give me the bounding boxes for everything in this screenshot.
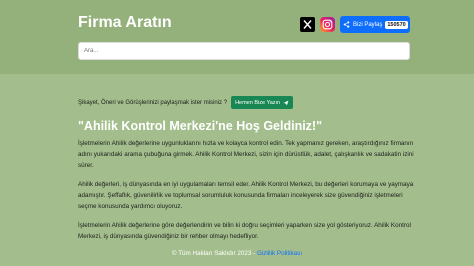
footer: © Tüm Hakları Saklıdır 2023 - Gizlilik P… <box>0 250 474 257</box>
site-title[interactable]: Firma Aratın <box>78 14 172 32</box>
feedback-prompt: Şikayet, Öneri ve Görüşlerinizi paylaşma… <box>78 99 228 106</box>
x-logo-icon[interactable] <box>300 17 315 32</box>
welcome-heading: "Ahilik Kontrol Merkezi'ne Hoş Geldiniz!… <box>78 119 323 133</box>
instagram-icon[interactable] <box>320 17 335 32</box>
share-count-badge: 150570 <box>385 20 408 29</box>
share-button[interactable]: Bizi Paylaş 150570 <box>340 16 410 33</box>
intro-paragraph: İşletmelerin Ahilik değerlerine uygunluk… <box>78 140 414 169</box>
values-paragraph: Ahilik değerleri, iş dünyasında en iyi u… <box>78 181 414 210</box>
write-to-us-label: Hemen Bize Yazın <box>235 99 281 106</box>
write-to-us-button[interactable]: Hemen Bize Yazın <box>231 96 294 109</box>
feedback-row: Şikayet, Öneri ve Görüşlerinizi paylaşma… <box>78 96 294 109</box>
search-input[interactable] <box>78 42 410 60</box>
copyright-text: © Tüm Hakları Saklıdır 2023 - <box>171 250 257 257</box>
share-label: Bizi Paylaş <box>353 21 383 28</box>
guidance-paragraph: İşletmelerin Ahilik değerlerine göre değ… <box>78 222 411 240</box>
send-icon <box>283 100 289 105</box>
privacy-policy-link[interactable]: Gizlilik Politikası <box>257 250 302 257</box>
header-bar: Firma Aratın Bizi Paylaş 150570 <box>0 0 474 74</box>
share-icon <box>343 21 350 28</box>
